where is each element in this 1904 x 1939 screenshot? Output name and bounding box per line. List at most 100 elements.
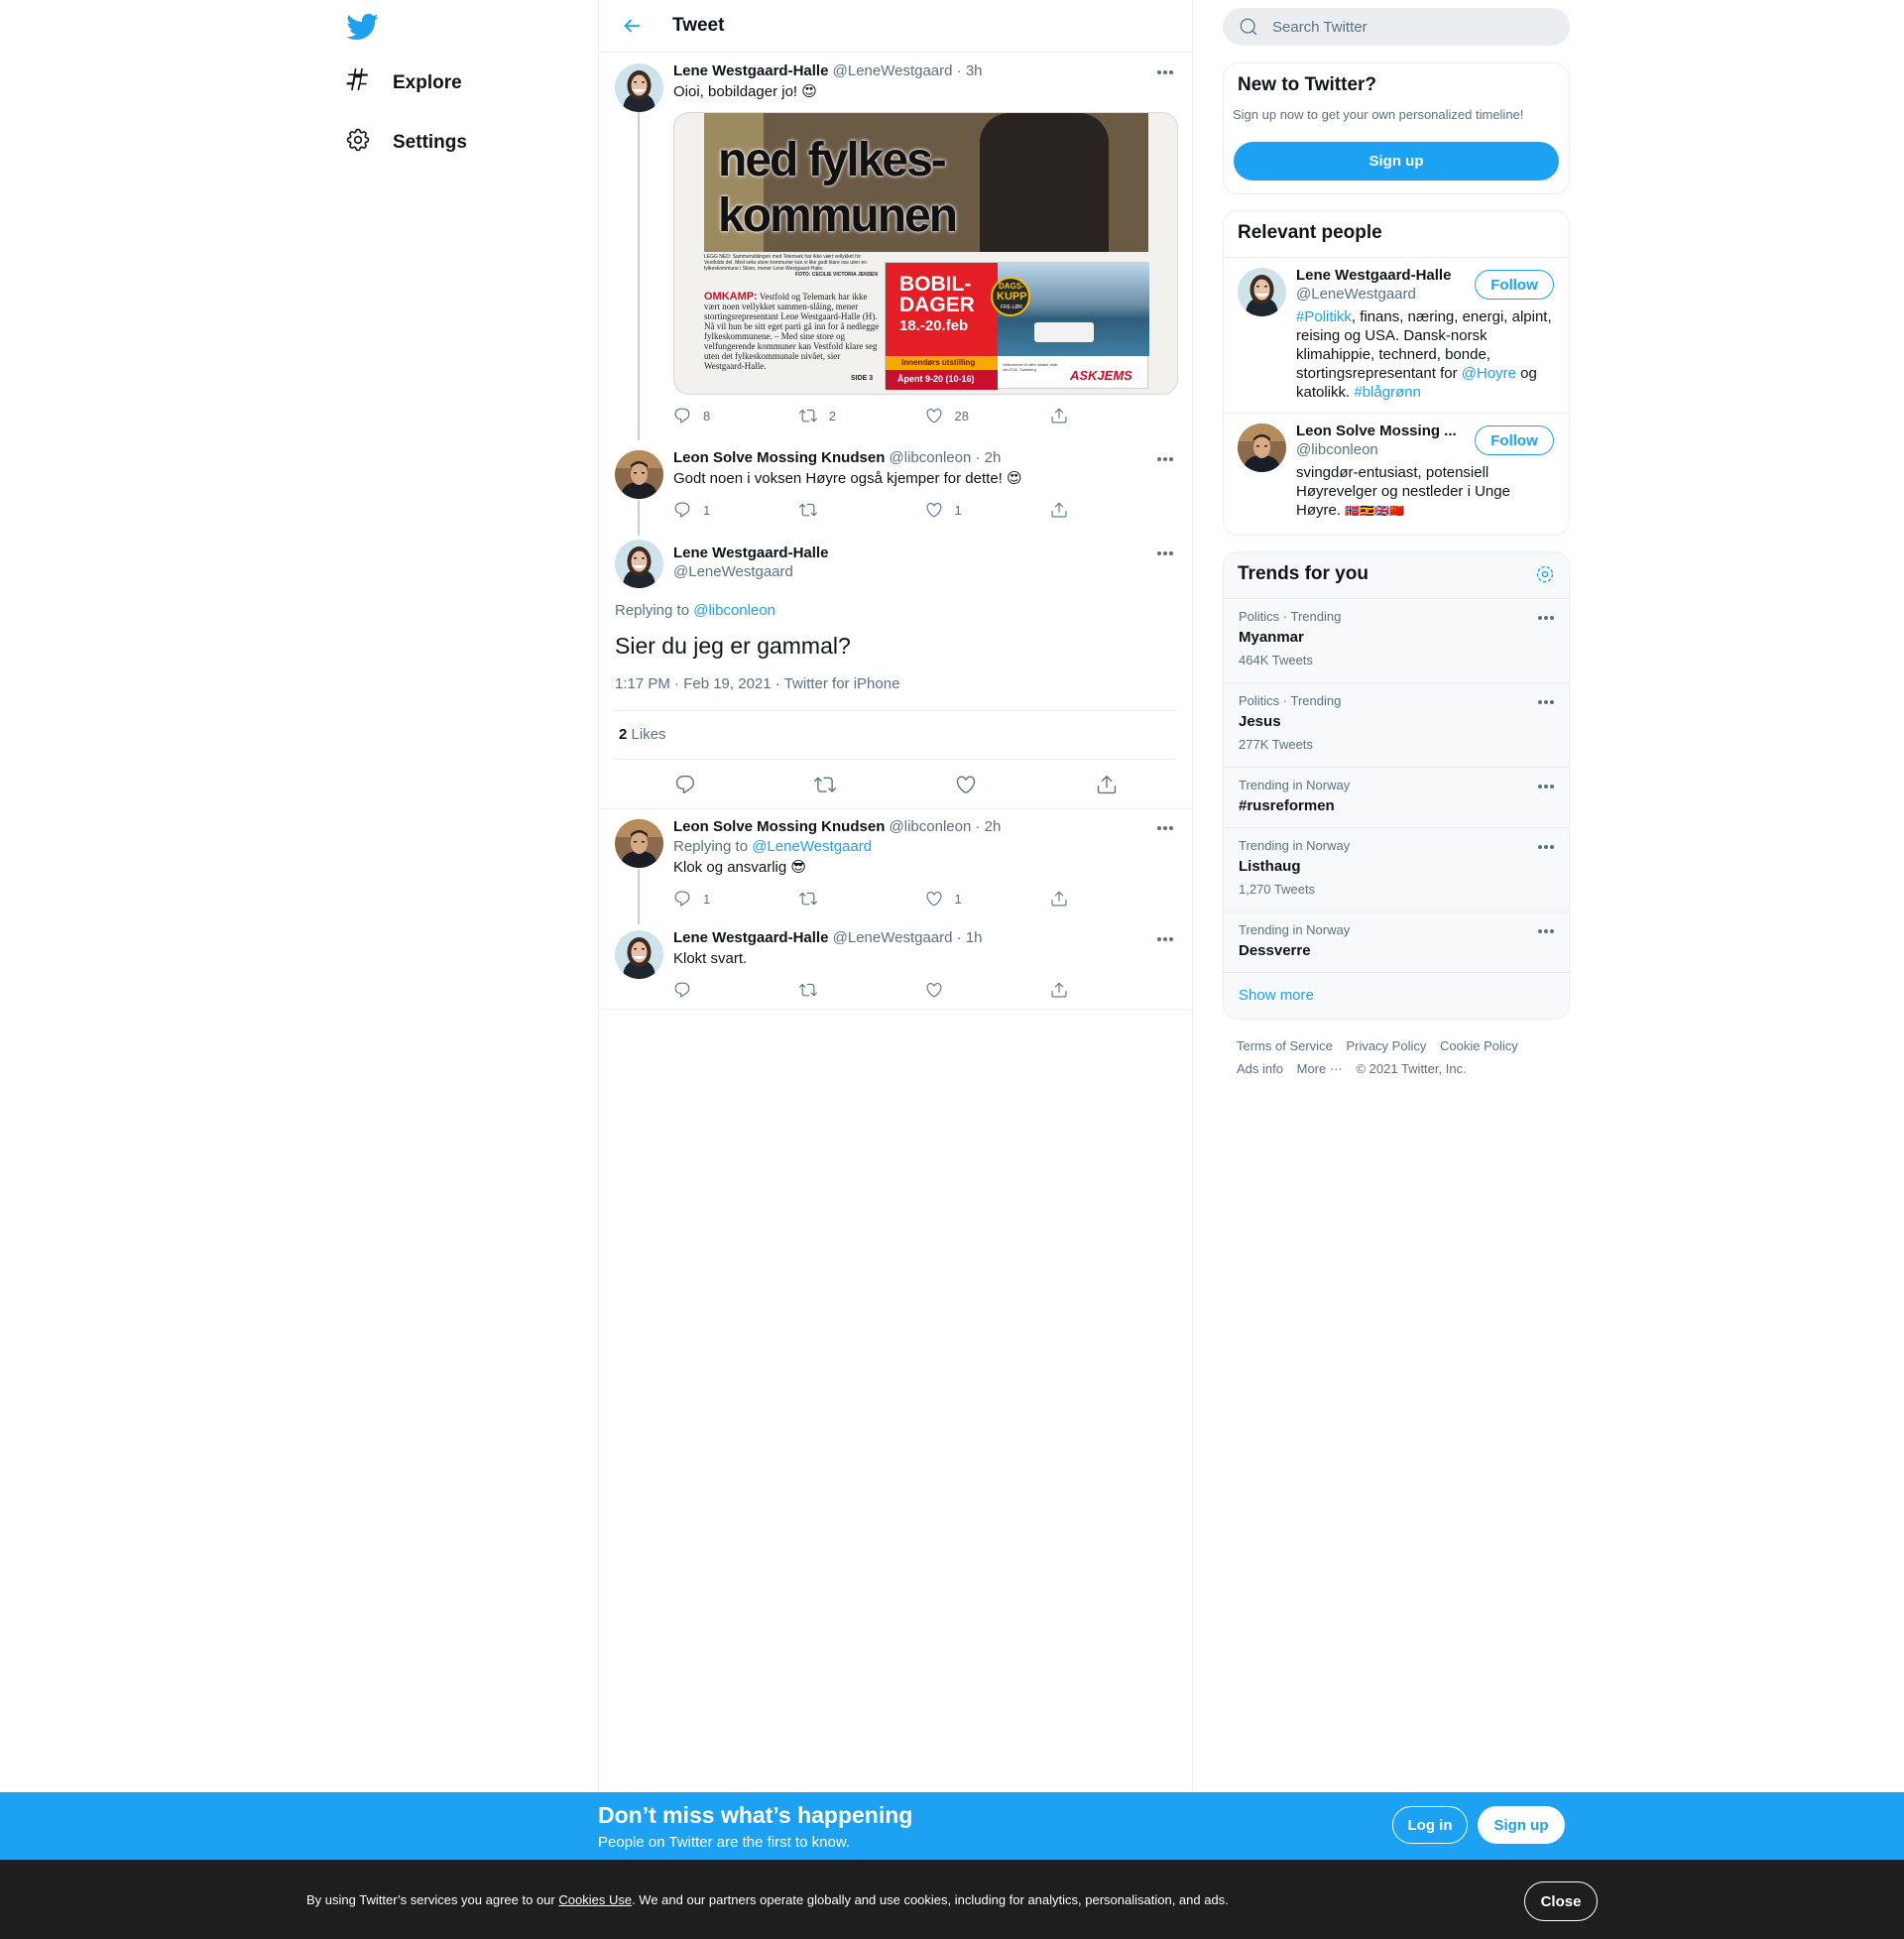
more-options-icon[interactable] <box>1535 695 1557 709</box>
ads-info-link[interactable]: Ads info <box>1237 1061 1283 1076</box>
author-name[interactable]: Leon Solve Mossing Knudsen <box>673 818 885 835</box>
trend-name: Jesus <box>1239 713 1281 730</box>
avatar[interactable] <box>615 819 663 868</box>
hashtag-link[interactable]: #Politikk <box>1296 308 1352 325</box>
author-handle[interactable]: @libconleon <box>890 449 972 466</box>
reply-button[interactable]: 1 <box>673 501 799 519</box>
retweet-button[interactable] <box>814 774 836 800</box>
person-handle[interactable]: @LeneWestgaard <box>1296 286 1416 303</box>
avatar[interactable] <box>1238 268 1286 316</box>
tweet-time[interactable]: · 2h <box>975 449 1001 466</box>
avatar[interactable] <box>615 930 663 979</box>
search-input[interactable]: Search Twitter <box>1223 8 1570 46</box>
author-handle[interactable]: @LeneWestgaard <box>673 563 793 580</box>
tweet[interactable]: Leon Solve Mossing Knudsen @libconleon ·… <box>599 440 1192 536</box>
tweet[interactable]: Lene Westgaard-Halle @LeneWestgaard · 3h… <box>599 54 1192 440</box>
likes-label: Likes <box>631 726 666 743</box>
cookies-use-link[interactable]: Cookies Use <box>558 1892 632 1907</box>
author-name[interactable]: Leon Solve Mossing Knudsen <box>673 449 885 466</box>
privacy-link[interactable]: Privacy Policy <box>1346 1038 1426 1053</box>
article-preview: OMKAMP: Vestfold og Telemark har ikke væ… <box>704 292 880 371</box>
share-button[interactable] <box>1050 981 1176 999</box>
share-button[interactable] <box>1050 890 1176 908</box>
timestamp-link[interactable]: 1:17 PM · Feb 19, 2021 <box>615 675 772 692</box>
signup-button[interactable]: Sign up <box>1234 142 1559 181</box>
tweet[interactable]: Lene Westgaard-Halle @LeneWestgaard · 1h… <box>599 920 1192 1010</box>
login-button[interactable]: Log in <box>1392 1806 1468 1844</box>
retweet-button[interactable] <box>799 501 925 519</box>
source-link[interactable]: Twitter for iPhone <box>784 675 900 692</box>
reply-button[interactable] <box>674 774 696 800</box>
more-options-icon[interactable] <box>1154 932 1176 946</box>
heart-icon <box>925 501 943 519</box>
more-options-icon[interactable] <box>1535 924 1557 938</box>
close-button[interactable]: Close <box>1524 1881 1598 1921</box>
reply-button[interactable]: 1 <box>673 890 799 908</box>
share-button[interactable] <box>1050 501 1176 519</box>
like-button[interactable]: 1 <box>925 501 1051 519</box>
like-button[interactable]: 1 <box>925 890 1051 908</box>
show-more-link[interactable]: Show more <box>1224 972 1569 1019</box>
author-handle[interactable]: @LeneWestgaard <box>833 929 953 946</box>
trends-settings-icon[interactable] <box>1535 564 1555 589</box>
more-options-icon[interactable] <box>1154 452 1176 466</box>
more-options-icon[interactable] <box>1535 780 1557 793</box>
tweet-time[interactable]: · 1h <box>957 929 983 946</box>
more-options-icon[interactable] <box>1535 840 1557 854</box>
follow-button[interactable]: Follow <box>1475 425 1554 455</box>
trend-item[interactable]: Politics · Trending Jesus 277K Tweets <box>1224 682 1569 767</box>
more-options-icon[interactable] <box>1154 65 1176 79</box>
twitter-logo-icon[interactable] <box>345 10 379 44</box>
back-button[interactable] <box>617 11 647 41</box>
author-name[interactable]: Lene Westgaard-Halle <box>673 929 828 946</box>
trend-item[interactable]: Trending in Norway Dessverre <box>1224 911 1569 972</box>
replying-to-link[interactable]: @libconleon <box>693 602 775 619</box>
replying-to: Replying to @libconleon <box>615 602 775 619</box>
more-options-icon[interactable] <box>1535 611 1557 625</box>
cookie-policy-link[interactable]: Cookie Policy <box>1440 1038 1518 1053</box>
retweet-button[interactable]: 2 <box>799 407 925 424</box>
retweet-button[interactable] <box>799 890 925 908</box>
mention-link[interactable]: @Hoyre <box>1462 365 1516 382</box>
like-button[interactable] <box>925 981 1051 999</box>
share-button[interactable] <box>1050 407 1176 424</box>
nav-explore[interactable]: Explore <box>345 59 462 108</box>
signup-button[interactable]: Sign up <box>1478 1806 1565 1844</box>
author-handle[interactable]: @LeneWestgaard <box>833 62 953 79</box>
more-options-icon[interactable] <box>1154 821 1176 835</box>
tweet[interactable]: Leon Solve Mossing Knudsen @libconleon ·… <box>599 809 1192 924</box>
share-button[interactable] <box>1096 774 1118 800</box>
follow-button[interactable]: Follow <box>1475 270 1554 300</box>
more-options-icon[interactable] <box>1154 546 1176 560</box>
author-name[interactable]: Lene Westgaard-Halle <box>673 62 828 79</box>
avatar[interactable] <box>615 540 663 588</box>
nav-settings[interactable]: Settings <box>345 118 467 168</box>
replying-to-link[interactable]: @LeneWestgaard <box>752 838 872 855</box>
trend-item[interactable]: Politics · Trending Myanmar 464K Tweets <box>1224 598 1569 682</box>
retweet-button[interactable] <box>799 981 925 999</box>
replying-to: Replying to @LeneWestgaard <box>673 838 873 855</box>
reply-button[interactable] <box>673 981 799 999</box>
person-name[interactable]: Leon Solve Mossing ... <box>1296 423 1457 439</box>
reply-button[interactable]: 8 <box>673 407 799 424</box>
terms-link[interactable]: Terms of Service <box>1237 1038 1333 1053</box>
like-button[interactable]: 28 <box>925 407 1051 424</box>
tweet-media-image[interactable]: ned fylkes- kommunen LEGG NED: Sammenslå… <box>673 112 1178 395</box>
hashtag-link[interactable]: #blågrønn <box>1354 384 1421 401</box>
likes-stat[interactable]: 2 Likes <box>619 726 666 743</box>
trend-item[interactable]: Trending in Norway Listhaug 1,270 Tweets <box>1224 827 1569 911</box>
avatar[interactable] <box>1238 424 1286 472</box>
more-link[interactable]: More ··· <box>1297 1061 1343 1076</box>
person-item[interactable]: Leon Solve Mossing ... @libconleon Follo… <box>1224 413 1569 535</box>
author-handle[interactable]: @libconleon <box>890 818 972 835</box>
author-name[interactable]: Lene Westgaard-Halle <box>673 545 828 561</box>
person-item[interactable]: Lene Westgaard-Halle @LeneWestgaard Foll… <box>1224 257 1569 413</box>
avatar[interactable] <box>615 63 663 112</box>
person-handle[interactable]: @libconleon <box>1296 441 1378 458</box>
avatar[interactable] <box>615 450 663 499</box>
trend-item[interactable]: Trending in Norway #rusreformen <box>1224 767 1569 827</box>
tweet-time[interactable]: · 3h <box>957 62 983 79</box>
like-button[interactable] <box>955 774 977 800</box>
tweet-time[interactable]: · 2h <box>975 818 1001 835</box>
person-name[interactable]: Lene Westgaard-Halle <box>1296 267 1451 284</box>
